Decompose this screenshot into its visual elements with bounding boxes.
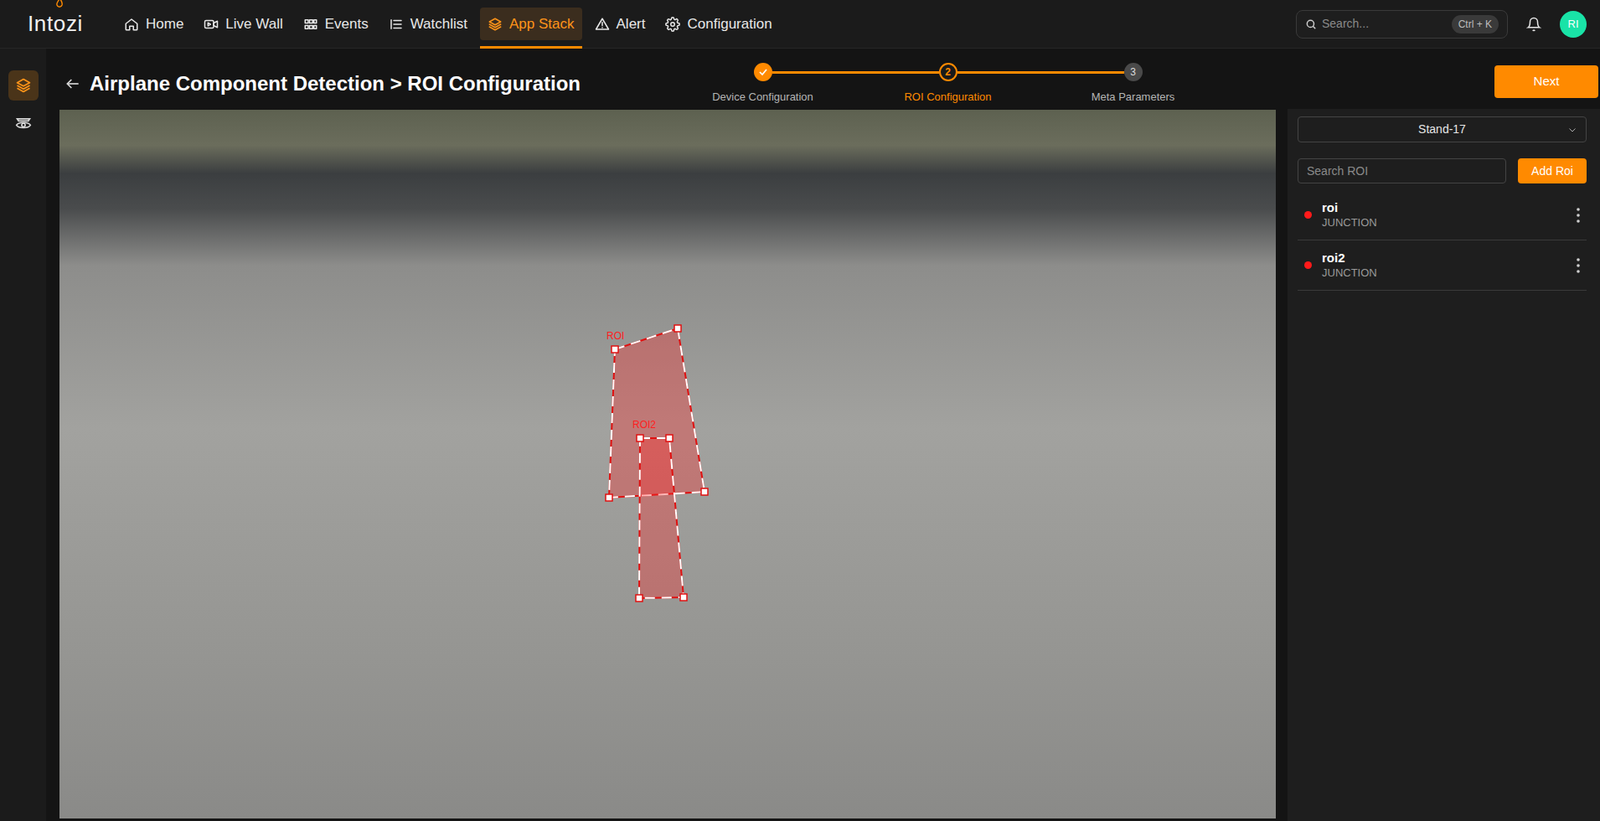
step[interactable]: Device Configuration bbox=[670, 62, 856, 106]
step-connector bbox=[670, 71, 754, 74]
vertex-handle[interactable] bbox=[636, 434, 644, 442]
step-number: 2 bbox=[944, 67, 951, 78]
chevron-down-icon bbox=[1567, 124, 1578, 135]
nav-item[interactable]: Home bbox=[116, 7, 191, 41]
search-input[interactable] bbox=[1321, 15, 1447, 33]
roi-polygon[interactable] bbox=[639, 438, 684, 599]
nav-item[interactable]: Live Wall bbox=[196, 7, 290, 41]
camera-frame[interactable]: ROI ROI2 bbox=[59, 109, 1276, 819]
step-connector bbox=[855, 71, 940, 74]
flame-icon bbox=[52, 0, 67, 10]
sidebar-item[interactable] bbox=[8, 70, 39, 101]
nav-label: Alert bbox=[616, 13, 646, 36]
vertex-handle[interactable] bbox=[605, 494, 613, 501]
nav-label: Configuration bbox=[686, 13, 772, 36]
kebab-menu-icon[interactable] bbox=[1576, 258, 1580, 274]
nav-label: Events bbox=[325, 13, 369, 36]
list-icon bbox=[388, 16, 404, 32]
page-header: Airplane Component Detection > ROI Confi… bbox=[46, 48, 1600, 109]
nav-label: Live Wall bbox=[225, 13, 283, 36]
vertex-handle[interactable] bbox=[701, 488, 708, 496]
step-number: 3 bbox=[1130, 67, 1136, 78]
roi-item[interactable]: roi2JUNCTION bbox=[1297, 240, 1587, 291]
roi-label: ROI bbox=[606, 330, 625, 341]
top-bar: Intozi Home Live Wall Events Watchlist App S… bbox=[0, 0, 1600, 49]
roi-canvas[interactable] bbox=[59, 109, 1276, 819]
roi-search-input[interactable] bbox=[1297, 158, 1507, 184]
camera-select[interactable]: Stand-17 bbox=[1297, 116, 1587, 143]
step-connector bbox=[957, 71, 1042, 74]
step-label: ROI Configuration bbox=[903, 88, 991, 106]
next-button[interactable]: Next bbox=[1494, 65, 1599, 99]
roi-name: roi bbox=[1321, 199, 1378, 216]
roi-list: roiJUNCTIONroi2JUNCTION bbox=[1297, 190, 1587, 291]
bell-icon[interactable] bbox=[1526, 16, 1542, 32]
nav-item[interactable]: Configuration bbox=[657, 7, 780, 41]
camera-eye-icon bbox=[15, 113, 32, 131]
vertex-handle[interactable] bbox=[674, 325, 682, 332]
vertex-handle[interactable] bbox=[611, 345, 619, 353]
roi-type: JUNCTION bbox=[1321, 215, 1378, 231]
step-circle bbox=[753, 62, 773, 82]
status-dot bbox=[1304, 211, 1312, 219]
video-icon bbox=[203, 16, 219, 32]
gear-icon bbox=[665, 16, 681, 32]
vertex-handle[interactable] bbox=[635, 594, 643, 602]
stepper: Device Configuration 2 ROI Configuration 3 M… bbox=[670, 48, 1226, 106]
step-connector bbox=[772, 71, 857, 74]
step-circle: 3 bbox=[1124, 62, 1143, 82]
side-bar bbox=[0, 48, 47, 821]
check-icon bbox=[758, 67, 769, 78]
grid-icon bbox=[303, 16, 319, 32]
main-nav: Home Live Wall Events Watchlist App Stack Ale… bbox=[116, 7, 780, 41]
step-label: Meta Parameters bbox=[1091, 88, 1176, 106]
vertex-handle[interactable] bbox=[680, 593, 687, 601]
back-arrow-icon[interactable] bbox=[64, 75, 82, 93]
active-underline bbox=[480, 46, 583, 49]
nav-item[interactable]: Alert bbox=[587, 7, 654, 41]
layers-icon bbox=[15, 77, 32, 94]
add-roi-button[interactable]: Add Roi bbox=[1517, 158, 1587, 184]
step-label: Device Configuration bbox=[712, 88, 814, 106]
nav-label: App Stack bbox=[509, 13, 575, 36]
nav-item[interactable]: Watchlist bbox=[381, 7, 475, 41]
roi-panel: Stand-17 Add Roi roiJUNCTIONroi2JUNCTION bbox=[1287, 108, 1600, 821]
status-dot bbox=[1304, 261, 1312, 269]
step-connector bbox=[1142, 71, 1227, 74]
nav-label: Home bbox=[145, 13, 184, 36]
roi-name: roi2 bbox=[1321, 249, 1378, 266]
roi-shape[interactable] bbox=[635, 434, 687, 602]
logo-text: Intozi bbox=[27, 7, 83, 41]
step-connector bbox=[1040, 71, 1125, 74]
roi-outline bbox=[639, 438, 684, 599]
nav-label: Watchlist bbox=[410, 13, 468, 36]
main-area: Airplane Component Detection > ROI Confi… bbox=[46, 48, 1600, 821]
roi-item[interactable]: roiJUNCTION bbox=[1297, 190, 1587, 241]
global-search[interactable]: Ctrl + K bbox=[1295, 10, 1508, 39]
roi-label: ROI2 bbox=[632, 419, 656, 430]
camera-select-value: Stand-17 bbox=[1418, 120, 1466, 139]
step[interactable]: 3 Meta Parameters bbox=[1040, 62, 1226, 106]
dots-icon bbox=[1576, 207, 1580, 223]
vertex-handle[interactable] bbox=[665, 434, 673, 442]
alert-icon bbox=[594, 16, 610, 32]
step[interactable]: 2 ROI Configuration bbox=[855, 62, 1041, 106]
dots-icon bbox=[1576, 258, 1580, 274]
home-icon bbox=[123, 16, 140, 32]
logo[interactable]: Intozi bbox=[27, 7, 92, 41]
layers-icon bbox=[487, 16, 503, 32]
step-circle: 2 bbox=[939, 62, 958, 82]
nav-item[interactable]: Events bbox=[295, 7, 377, 41]
kebab-menu-icon[interactable] bbox=[1576, 207, 1580, 223]
sidebar-item[interactable] bbox=[8, 107, 39, 138]
shortcut-badge: Ctrl + K bbox=[1451, 15, 1499, 34]
page-title: Airplane Component Detection > ROI Confi… bbox=[89, 68, 581, 99]
search-icon bbox=[1305, 18, 1317, 31]
user-avatar[interactable]: RI bbox=[1559, 10, 1587, 38]
nav-item[interactable]: App Stack bbox=[480, 7, 583, 41]
roi-type: JUNCTION bbox=[1321, 265, 1378, 281]
